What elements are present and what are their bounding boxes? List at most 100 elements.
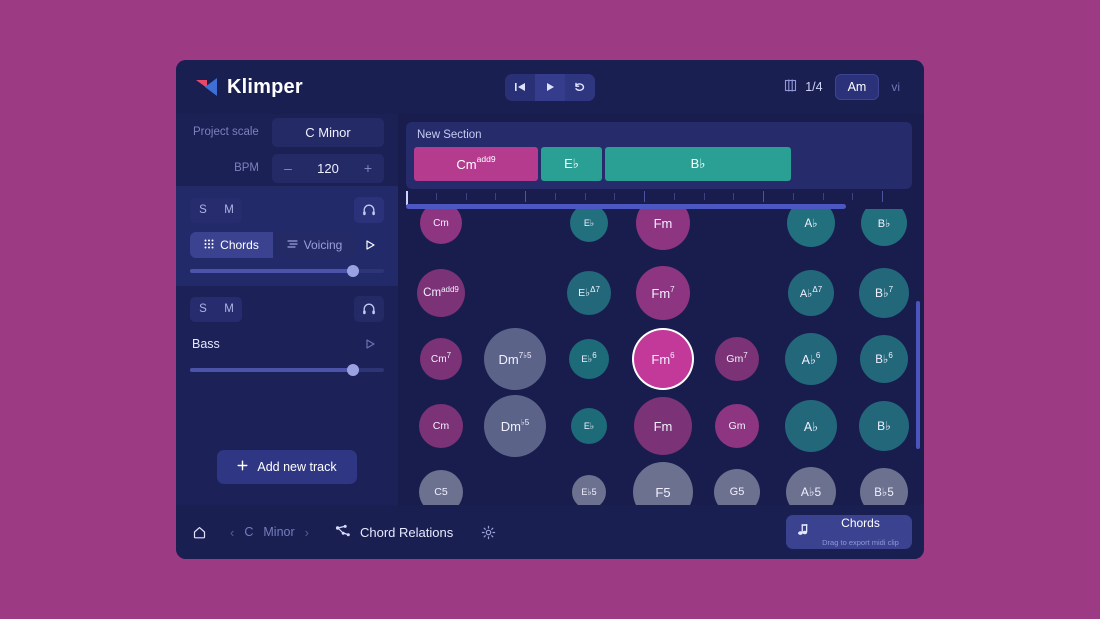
chord-circle[interactable]: B♭ 7 bbox=[859, 268, 909, 318]
section-chord-block[interactable]: E♭ bbox=[541, 147, 602, 181]
chord-circle[interactable]: E♭ bbox=[571, 408, 607, 444]
chord-circle[interactable]: Cm bbox=[420, 209, 462, 244]
chord-circle[interactable]: Fm 7 bbox=[636, 266, 690, 320]
rewind-to-start-icon[interactable] bbox=[505, 74, 535, 101]
solo-button[interactable]: S bbox=[190, 297, 216, 322]
mute-button[interactable]: M bbox=[216, 198, 242, 223]
section-panel: New Section Cm add9 E♭ B♭ bbox=[406, 122, 912, 189]
left-sidebar: Project scale C Minor BPM – 120 + S M Ch… bbox=[176, 114, 398, 505]
chord-circle[interactable]: E♭ 6 bbox=[569, 339, 609, 379]
app-header: Klimper 1/4 Am vi bbox=[176, 60, 924, 114]
ruler-tick bbox=[763, 191, 765, 202]
vertical-scrollbar[interactable] bbox=[916, 301, 920, 449]
chord-circle[interactable]: Gm bbox=[715, 404, 759, 448]
klimper-logo-icon bbox=[196, 77, 218, 97]
bar-meter[interactable]: 1/4 bbox=[784, 79, 823, 95]
section-title[interactable]: New Section bbox=[414, 129, 904, 141]
ruler-tick bbox=[495, 193, 497, 200]
chord-circle[interactable]: A♭ bbox=[785, 400, 837, 452]
chord-circle[interactable]: Dm 7♭5 bbox=[484, 328, 546, 390]
project-scale-value[interactable]: C Minor bbox=[272, 117, 384, 147]
track-name-row: Bass bbox=[190, 331, 384, 357]
section-chord-block[interactable]: B♭ bbox=[605, 147, 791, 181]
track-row-bass: S M Bass bbox=[176, 285, 398, 384]
chord-circle[interactable]: A♭ Δ7 bbox=[788, 270, 834, 316]
chord-circle[interactable]: E♭5 bbox=[572, 475, 606, 505]
play-icon[interactable] bbox=[535, 73, 565, 101]
volume-slider[interactable] bbox=[190, 364, 384, 376]
chord-circle[interactable]: Gm 7 bbox=[715, 337, 759, 381]
volume-slider[interactable] bbox=[190, 265, 384, 277]
ruler-tick bbox=[882, 191, 884, 202]
ruler-tick bbox=[792, 193, 794, 200]
bpm-row: BPM – 120 + bbox=[176, 150, 398, 186]
chord-circle[interactable]: A♭ 6 bbox=[785, 333, 837, 385]
chord-circle[interactable]: B♭ bbox=[861, 209, 907, 246]
music-note-icon bbox=[796, 523, 810, 542]
chord-circle[interactable]: B♭5 bbox=[860, 468, 908, 505]
brand: Klimper bbox=[196, 76, 303, 99]
bottom-toolbar: ‹ C Minor › Chord Relations Chords Drag … bbox=[176, 505, 924, 559]
bpm-decrease-button[interactable]: – bbox=[282, 160, 294, 176]
chord-circle[interactable]: A♭ bbox=[787, 209, 835, 247]
header-right: 1/4 Am vi bbox=[784, 74, 904, 100]
track-play-icon[interactable] bbox=[356, 239, 384, 251]
chord-circle[interactable]: Cm bbox=[419, 404, 463, 448]
volume-slider-knob[interactable] bbox=[346, 265, 359, 277]
track-play-icon[interactable] bbox=[356, 338, 384, 350]
loop-icon[interactable] bbox=[565, 73, 595, 101]
transport-controls bbox=[505, 73, 595, 101]
volume-slider-row bbox=[190, 364, 384, 376]
chord-circle[interactable]: Cm add9 bbox=[417, 269, 465, 317]
solo-button[interactable]: S bbox=[190, 198, 216, 223]
ruler-tick bbox=[733, 193, 735, 200]
track-mode-row: Chords Voicing bbox=[190, 232, 384, 258]
key-badge[interactable]: Am bbox=[834, 74, 880, 100]
chord-circle[interactable]: C5 bbox=[419, 470, 463, 505]
chord-circle[interactable]: F5 bbox=[633, 462, 693, 505]
key-root-label[interactable]: C bbox=[244, 525, 253, 539]
ruler-tick bbox=[673, 193, 675, 200]
app-window: Klimper 1/4 Am vi Project scale C Minor … bbox=[176, 60, 924, 559]
timeline-ruler[interactable] bbox=[406, 191, 912, 209]
chord-circle[interactable]: Dm ♭5 bbox=[484, 395, 546, 457]
mode-voicing-button[interactable]: Voicing bbox=[273, 232, 356, 258]
volume-slider-fill bbox=[190, 269, 353, 273]
home-icon[interactable] bbox=[184, 517, 214, 547]
ruler-tick bbox=[822, 193, 824, 200]
headphone-icon[interactable] bbox=[354, 197, 384, 223]
playhead[interactable] bbox=[406, 191, 408, 205]
volume-slider-knob[interactable] bbox=[346, 364, 359, 376]
headphone-icon[interactable] bbox=[354, 296, 384, 322]
chord-relations-button[interactable]: Chord Relations bbox=[325, 517, 463, 548]
chord-circle[interactable]: E♭ Δ7 bbox=[567, 271, 611, 315]
grid-dots-icon bbox=[204, 238, 214, 252]
chord-circle[interactable]: B♭ bbox=[859, 401, 909, 451]
solo-mute-group: S M bbox=[190, 197, 242, 223]
chord-circle[interactable]: A♭5 bbox=[786, 467, 836, 505]
chord-circle[interactable]: B♭ 6 bbox=[860, 335, 908, 383]
chord-circle[interactable]: Fm 6 bbox=[634, 330, 692, 388]
chord-circle[interactable]: Cm 7 bbox=[420, 338, 462, 380]
project-scale-label: Project scale bbox=[193, 126, 259, 138]
chord-circle[interactable]: Fm bbox=[634, 397, 692, 455]
section-chord-block[interactable]: Cm add9 bbox=[414, 147, 538, 181]
add-new-track-button[interactable]: Add new track bbox=[217, 450, 357, 484]
bpm-value[interactable]: 120 bbox=[317, 161, 339, 176]
chord-circle[interactable]: Fm bbox=[636, 209, 690, 250]
track-list: S M Chords Voicing S M Bass bbox=[176, 186, 398, 429]
chord-circle[interactable]: E♭ bbox=[570, 209, 608, 242]
next-key-button[interactable]: › bbox=[305, 525, 309, 540]
gear-icon[interactable] bbox=[473, 517, 503, 547]
body-split: Project scale C Minor BPM – 120 + S M Ch… bbox=[176, 114, 924, 505]
bpm-increase-button[interactable]: + bbox=[362, 160, 374, 176]
brand-name: Klimper bbox=[227, 75, 303, 98]
track-toolbar: S M bbox=[190, 197, 384, 223]
export-chords-button[interactable]: Chords Drag to export midi clip bbox=[786, 515, 912, 549]
prev-key-button[interactable]: ‹ bbox=[230, 525, 234, 540]
key-mode-label[interactable]: Minor bbox=[263, 525, 294, 539]
mode-chords-button[interactable]: Chords bbox=[190, 232, 273, 258]
chord-circle[interactable]: G5 bbox=[714, 469, 760, 505]
track-name[interactable]: Bass bbox=[190, 331, 356, 357]
mute-button[interactable]: M bbox=[216, 297, 242, 322]
